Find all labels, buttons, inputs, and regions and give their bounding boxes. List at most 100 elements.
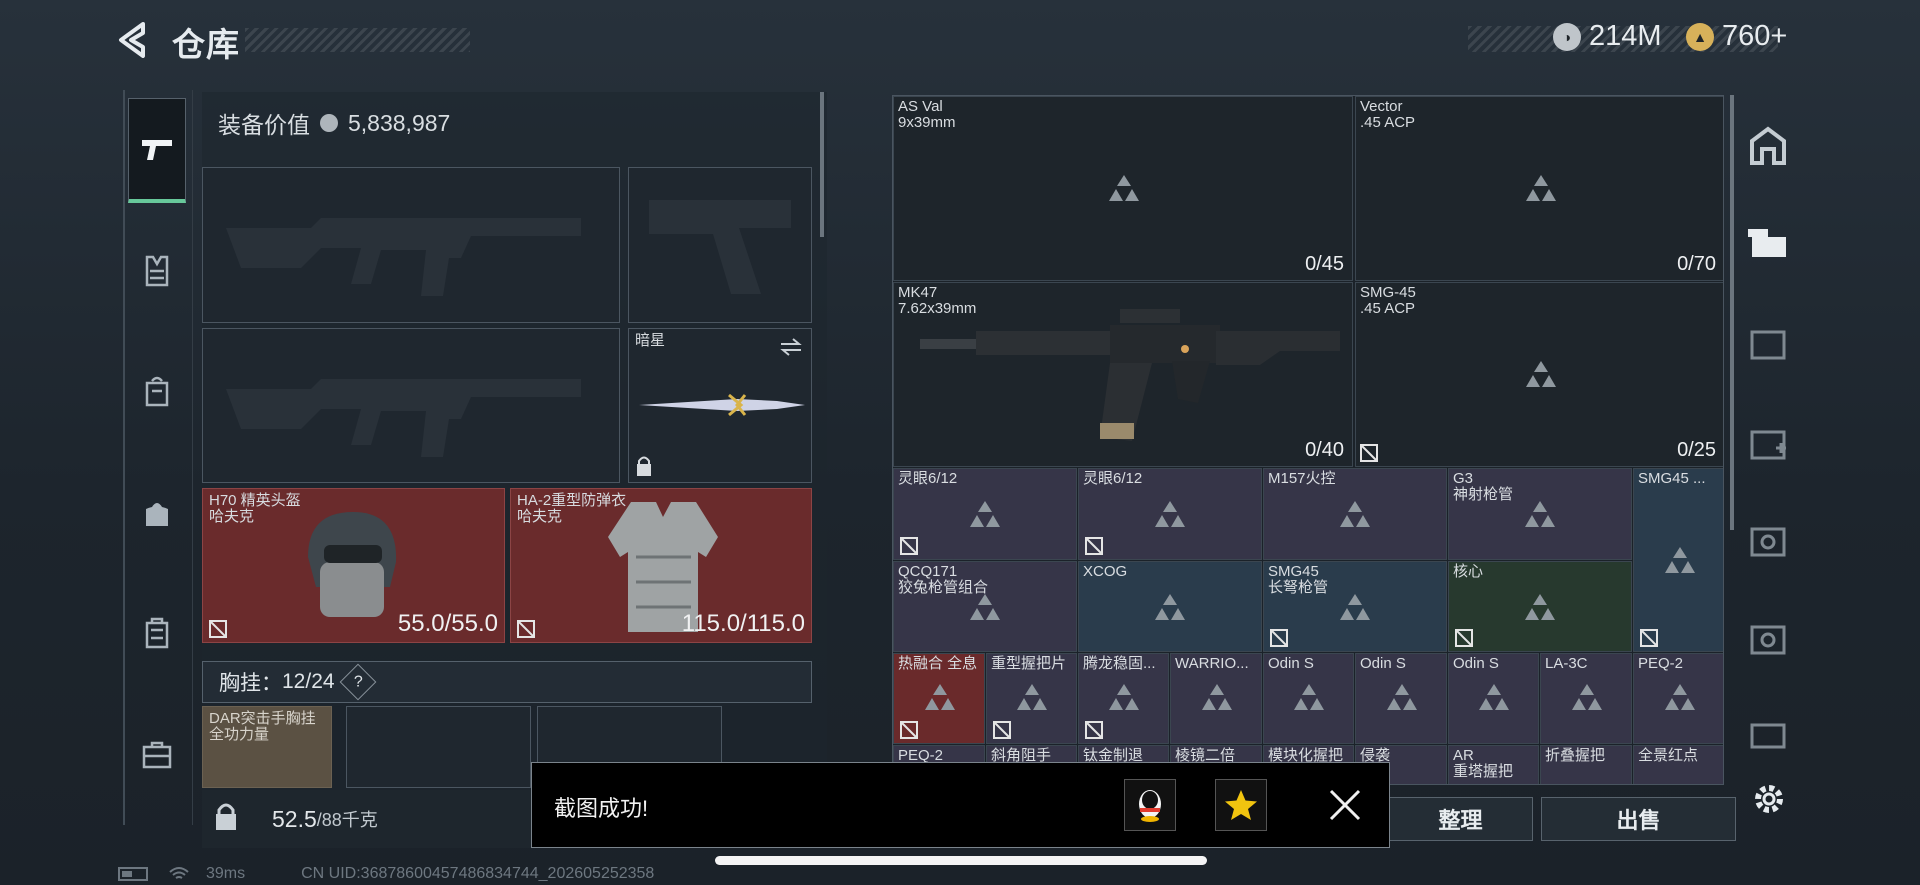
placeholder-triangle-icon [1387,684,1417,710]
back-button[interactable] [112,18,156,62]
stash-item[interactable]: LA-3C [1540,653,1632,744]
tab-home[interactable] [1746,123,1790,167]
item-count: 0/45 [1305,253,1344,275]
item-count: 0/25 [1677,439,1716,461]
helmet-title: H70 精英头盔 [209,492,301,509]
sell-button[interactable]: 出售 [1541,797,1736,841]
stash-item[interactable]: Odin S [1355,653,1447,744]
armor-brand: 哈夫克 [517,508,563,525]
nav-item-vest[interactable] [128,218,186,323]
stash-item[interactable]: 重型握把片 [986,653,1077,744]
stash-item[interactable]: PEQ-2 [1633,653,1723,744]
stash-item[interactable]: 热融合 全息 [893,653,985,744]
stash-item[interactable]: 腾龙稳固... [1078,653,1169,744]
stash-item-smg45[interactable]: SMG-45 .45 ACP 0/25 [1355,282,1723,467]
swap-icon[interactable] [779,337,803,357]
stash-item[interactable]: 核心 [1448,561,1632,652]
nav-item-bag[interactable] [128,460,186,565]
tab-gti-case[interactable] [1746,711,1790,755]
silver-amount: 214M [1589,20,1662,52]
placeholder-triangle-icon [1525,594,1555,620]
qzone-star-icon [1225,790,1257,820]
equipment-value-amount: 5,838,987 [348,109,451,136]
stash-item[interactable]: AR 重塔握把 [1448,745,1539,784]
nav-item-weapons[interactable] [128,98,186,203]
help-icon[interactable]: ? [339,663,376,701]
nav-item-briefcase[interactable] [128,702,186,807]
chest-count: 12/24 [282,670,335,693]
stash-item[interactable]: SMG45 ... [1633,468,1723,652]
tab-case-v2[interactable] [1746,615,1790,659]
qq-penguin-icon [1139,790,1161,822]
item-label: WARRIO... [1175,655,1249,672]
chest-rig-slot[interactable]: DAR突击手胸挂 全功力量 [202,706,332,788]
back-arrow-icon [119,22,145,58]
armor-slot[interactable]: HA-2重型防弹衣 哈夫克 115.0/115.0 [510,488,812,643]
stash-item-mk47[interactable]: MK47 7.62x39mm 0/40 [893,282,1353,467]
helmet-slot[interactable]: H70 精英头盔 哈夫克 55.0/55.0 [202,488,505,643]
item-label: 灵眼6/12 [1083,470,1143,487]
settings-gear-icon[interactable] [1750,780,1788,818]
nav-item-backpack[interactable] [128,338,186,443]
tab-case-iv-add[interactable] [1746,420,1790,464]
stash-item[interactable]: WARRIO... [1170,653,1262,744]
stash-item-vector[interactable]: Vector .45 ACP 0/70 [1355,96,1723,281]
placeholder-triangle-icon [1526,361,1556,387]
tab-case-v[interactable] [1746,517,1790,561]
stash-item[interactable]: 灵眼6/12 [1078,468,1262,560]
stash-item[interactable]: QCQ171 狡兔枪管组合 [893,561,1077,652]
stash-item[interactable]: SMG45 长弩枪管 [1263,561,1447,652]
home-indicator[interactable] [715,856,1207,865]
item-label: 核心 [1453,563,1484,580]
tab-case-iv[interactable] [1746,320,1790,364]
stash-item[interactable]: M157火控 [1263,468,1447,560]
stash-item-asval[interactable]: AS Val 9x39mm 0/45 [893,96,1353,281]
equipment-scrollbar[interactable] [820,92,824,237]
gold-currency[interactable]: ▲ 760+ [1686,20,1787,53]
stash-item[interactable]: 全景红点 [1633,745,1723,784]
item-label: 重型握把片 [991,655,1067,672]
tab-gti-weapons[interactable] [1746,223,1790,267]
no-insure-icon [1085,537,1103,555]
melee-slot[interactable]: 暗星 [628,328,812,483]
stash-item[interactable]: Odin S [1448,653,1539,744]
chest-label: 胸挂： [219,672,282,695]
case-iv-icon [1750,330,1786,360]
wifi-icon [169,867,189,879]
equipment-value: 装备价值 5,838,987 [218,106,450,140]
rifle-silhouette-icon [226,218,581,296]
weight-lock-icon [216,803,236,830]
pistol-icon [142,140,172,160]
share-qq-button[interactable] [1124,779,1176,831]
stash-item[interactable]: XCOG [1078,561,1262,652]
share-qzone-button[interactable] [1215,779,1267,831]
ping-value: 39ms [206,865,246,882]
no-insure-icon [517,620,535,638]
item-label: AR 重塔握把 [1453,747,1514,780]
chest-rig-name: DAR突击手胸挂 全功力量 [209,710,316,743]
stash-item[interactable]: 折叠握把 [1540,745,1632,784]
helmet-brand: 哈夫克 [209,508,255,525]
item-label: XCOG [1083,563,1128,580]
nav-item-case[interactable] [128,580,186,685]
stash-item[interactable]: G3 神射枪管 [1448,468,1632,560]
placeholder-triangle-icon [1526,175,1556,201]
sort-button[interactable]: 整理 [1388,797,1533,841]
stash-item[interactable]: Odin S [1263,653,1354,744]
secondary-weapon-slot[interactable] [202,328,620,483]
primary-weapon-slot[interactable] [202,167,620,323]
item-label: M157火控 [1268,470,1336,487]
no-insure-icon [1085,721,1103,739]
stash-grid: AS Val 9x39mm 0/45 Vector .45 ACP 0/70 M… [892,95,1724,785]
pistol-slot[interactable] [628,167,812,323]
case-v-lock-icon [1750,625,1786,655]
vest-icon [145,255,169,286]
close-icon[interactable] [1327,787,1363,823]
bag-icon [146,502,168,526]
item-count: 0/40 [1305,439,1344,461]
stash-item[interactable]: 灵眼6/12 [893,468,1077,560]
item-label: Odin S [1268,655,1314,672]
chest-pocket-slot[interactable] [346,706,531,788]
stash-scrollbar[interactable] [1730,95,1734,530]
silver-currency[interactable]: ◑ 214M [1553,20,1662,53]
